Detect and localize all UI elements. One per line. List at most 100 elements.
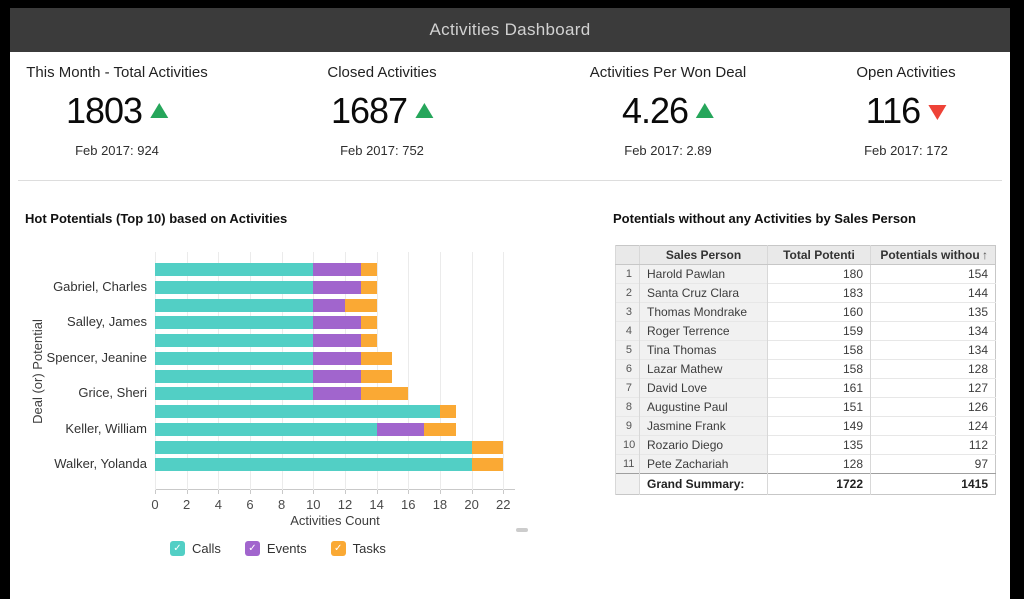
sort-ascending-icon[interactable]: ↑ (982, 248, 988, 262)
table-row[interactable]: 8Augustine Paul151126 (616, 398, 996, 417)
column-header-total-potentials[interactable]: Total Potenti (768, 246, 871, 265)
events-segment[interactable] (377, 423, 424, 436)
bar-row (155, 334, 377, 347)
kpi-subvalue: Feb 2017: 172 (856, 143, 955, 158)
legend-item-events[interactable]: ✓ Events (245, 541, 307, 556)
table-row[interactable]: 3Thomas Mondrake160135 (616, 303, 996, 322)
events-segment[interactable] (313, 281, 360, 294)
calls-segment[interactable] (155, 423, 377, 436)
cell-sales-person: Augustine Paul (640, 398, 768, 417)
table-row[interactable]: 5Tina Thomas158134 (616, 341, 996, 360)
tasks-segment[interactable] (361, 352, 393, 365)
table-header-row: Sales Person Total Potenti ↑ Potentials … (616, 246, 996, 265)
tasks-segment[interactable] (472, 458, 504, 471)
events-segment[interactable] (313, 352, 360, 365)
cell-total-potentials: 161 (768, 379, 871, 398)
calls-segment[interactable] (155, 352, 313, 365)
legend-label: Events (267, 541, 307, 556)
events-segment[interactable] (313, 263, 360, 276)
calls-segment[interactable] (155, 299, 313, 312)
row-index: 10 (616, 436, 640, 455)
gridline (472, 252, 473, 490)
events-segment[interactable] (313, 387, 360, 400)
axis-tick (187, 490, 188, 494)
tasks-segment[interactable] (424, 423, 456, 436)
table-row[interactable]: 7David Love161127 (616, 379, 996, 398)
axis-tick-label: 4 (206, 497, 230, 512)
bar-row (155, 441, 503, 454)
tasks-segment[interactable] (361, 281, 377, 294)
legend-checkbox-icon: ✓ (245, 541, 260, 556)
cell-potentials-without: 134 (871, 341, 996, 360)
cell-total-potentials: 149 (768, 417, 871, 436)
table-row[interactable]: 2Santa Cruz Clara183144 (616, 284, 996, 303)
calls-segment[interactable] (155, 441, 472, 454)
cell-potentials-without: 144 (871, 284, 996, 303)
calls-segment[interactable] (155, 458, 472, 471)
trend-up-icon (415, 103, 433, 118)
legend-item-calls[interactable]: ✓Calls (170, 541, 221, 556)
column-header-index[interactable] (616, 246, 640, 265)
kpi-value: 4.26 (622, 90, 688, 132)
kpi-value-row: 116 (856, 91, 955, 131)
column-header-sales-person[interactable]: Sales Person (640, 246, 768, 265)
table-row[interactable]: 4Roger Terrence159134 (616, 322, 996, 341)
summary-without: 1415 (871, 474, 996, 495)
calls-segment[interactable] (155, 405, 440, 418)
cell-potentials-without: 97 (871, 455, 996, 474)
bar-row (155, 370, 392, 383)
kpi-card: Activities Per Won Deal4.26Feb 2017: 2.8… (590, 64, 746, 158)
cell-sales-person: Harold Pawlan (640, 265, 768, 284)
cell-sales-person: Tina Thomas (640, 341, 768, 360)
axis-tick (472, 490, 473, 494)
row-index: 7 (616, 379, 640, 398)
column-header-potentials-without[interactable]: ↑ Potentials withou (871, 246, 996, 265)
tasks-segment[interactable] (345, 299, 377, 312)
kpi-value-row: 1687 (327, 91, 436, 131)
legend-item-tasks[interactable]: ✓ Tasks (331, 541, 386, 556)
table-row[interactable]: 9Jasmine Frank149124 (616, 417, 996, 436)
calls-segment[interactable] (155, 370, 313, 383)
calls-segment[interactable] (155, 316, 313, 329)
tasks-segment[interactable] (361, 370, 393, 383)
cell-potentials-without: 126 (871, 398, 996, 417)
axis-tick (218, 490, 219, 494)
tasks-segment[interactable] (472, 441, 504, 454)
cell-total-potentials: 128 (768, 455, 871, 474)
legend-label: Tasks (353, 541, 386, 556)
dashboard-window: Activities Dashboard This Month - Total … (10, 8, 1010, 599)
calls-segment[interactable] (155, 263, 313, 276)
row-index: 2 (616, 284, 640, 303)
cell-sales-person: Roger Terrence (640, 322, 768, 341)
table-row[interactable]: 11Pete Zachariah12897 (616, 455, 996, 474)
tasks-segment[interactable] (361, 263, 377, 276)
tasks-segment[interactable] (361, 334, 377, 347)
legend-checkbox-icon: ✓ (331, 541, 346, 556)
calls-segment[interactable] (155, 281, 313, 294)
tasks-segment[interactable] (361, 316, 377, 329)
tasks-segment[interactable] (440, 405, 456, 418)
axis-tick-label: 10 (301, 497, 325, 512)
kpi-value-row: 1803 (26, 91, 207, 131)
table-row[interactable]: 1Harold Pawlan180154 (616, 265, 996, 284)
kpi-subvalue: Feb 2017: 752 (327, 143, 436, 158)
axis-tick (408, 490, 409, 494)
events-segment[interactable] (313, 316, 360, 329)
calls-segment[interactable] (155, 334, 313, 347)
tasks-segment[interactable] (361, 387, 408, 400)
x-axis-title: Activities Count (155, 513, 515, 528)
events-segment[interactable] (313, 334, 360, 347)
trend-down-icon (928, 105, 946, 120)
events-segment[interactable] (313, 299, 345, 312)
cell-total-potentials: 183 (768, 284, 871, 303)
table-row[interactable]: 10Rozario Diego135112 (616, 436, 996, 455)
events-segment[interactable] (313, 370, 360, 383)
cell-sales-person: Jasmine Frank (640, 417, 768, 436)
horizontal-scrollbar[interactable] (516, 528, 528, 532)
axis-tick (345, 490, 346, 494)
axis-tick (377, 490, 378, 494)
table-row[interactable]: 6Lazar Mathew158128 (616, 360, 996, 379)
axis-tick (503, 490, 504, 494)
cell-sales-person: Rozario Diego (640, 436, 768, 455)
calls-segment[interactable] (155, 387, 313, 400)
